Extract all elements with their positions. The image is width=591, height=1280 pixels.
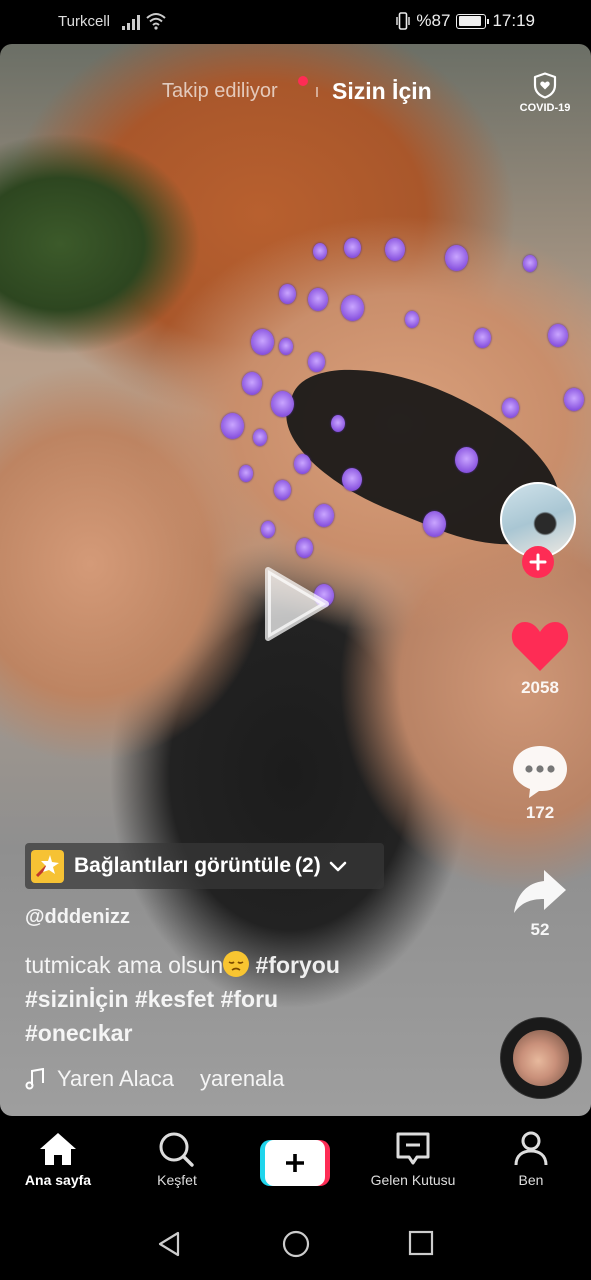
hashtag-onecikar[interactable]: #onecıkar	[25, 1020, 132, 1046]
hashtag-foryou[interactable]: #foryou	[256, 952, 340, 978]
comment-bubble-icon	[513, 746, 567, 798]
view-links-label: Bağlantıları görüntüle	[74, 854, 292, 877]
bottom-tab-bar: Ana sayfa Keşfet Gelen Kutusu Ben	[0, 1116, 591, 1200]
tab-discover-label: Keşfet	[157, 1172, 197, 1188]
effect-dot	[279, 338, 293, 355]
tab-home-label: Ana sayfa	[24, 1172, 92, 1188]
effect-dot	[270, 390, 294, 417]
tab-separator	[316, 87, 318, 97]
effect-dot	[340, 294, 364, 321]
covid-label: COVID-19	[519, 102, 571, 114]
effect-dot	[523, 255, 537, 272]
view-links-chip[interactable]: Bağlantıları görüntüle (2)	[25, 843, 384, 889]
battery-fill	[458, 16, 481, 26]
effect-dot	[307, 351, 325, 372]
effect-dot	[308, 288, 328, 311]
home-circle-icon[interactable]	[282, 1230, 310, 1258]
effect-dot	[253, 429, 267, 446]
tab-for-you[interactable]: Sizin İçin	[332, 78, 432, 105]
effect-dot	[278, 283, 296, 304]
effect-dot	[342, 468, 362, 491]
effect-dot	[385, 238, 405, 261]
share-count: 52	[530, 920, 550, 939]
status-right: %87 17:19	[396, 11, 535, 31]
effect-dot	[239, 465, 253, 482]
effect-dot	[405, 311, 419, 328]
music-ticker[interactable]: Yaren Alaca yarenala	[25, 1066, 284, 1092]
back-triangle-icon[interactable]	[157, 1230, 181, 1258]
share-button[interactable]: 52	[500, 866, 580, 940]
comment-button[interactable]: 172	[500, 743, 580, 823]
music-user: yarenala	[200, 1066, 285, 1091]
shield-heart-icon	[533, 72, 557, 99]
plus-icon	[529, 553, 547, 571]
home-icon	[40, 1133, 76, 1165]
hashtag-line-2[interactable]: #sizinİçin #kesfet #foru	[25, 986, 278, 1012]
tab-discover[interactable]: Keşfet	[122, 1130, 232, 1188]
effect-dot	[331, 415, 345, 432]
clock: 17:19	[492, 11, 535, 30]
profile-icon	[514, 1131, 548, 1166]
plus-icon	[286, 1154, 304, 1172]
follow-button[interactable]	[522, 546, 554, 578]
effect-dot	[313, 243, 327, 260]
music-disc[interactable]	[501, 1018, 581, 1098]
creator-username[interactable]: @dddenizz	[25, 906, 130, 929]
effect-dot	[273, 479, 291, 500]
effect-dot	[501, 397, 519, 418]
effect-dot	[444, 244, 468, 271]
tab-following[interactable]: Takip ediliyor	[162, 80, 278, 103]
music-note-icon	[25, 1068, 44, 1090]
caption-text: tutmicak ama olsun	[25, 952, 224, 978]
tab-inbox[interactable]: Gelen Kutusu	[358, 1130, 468, 1188]
tab-home[interactable]: Ana sayfa	[3, 1130, 113, 1188]
heart-icon	[511, 622, 569, 671]
tab-profile[interactable]: Ben	[476, 1130, 586, 1188]
wifi-icon	[146, 13, 166, 30]
share-arrow-icon	[514, 870, 566, 913]
effect-dot	[293, 453, 311, 474]
chevron-down-icon	[329, 861, 346, 872]
system-navigation-bar	[0, 1200, 591, 1280]
signal-icon	[122, 15, 140, 30]
battery-icon	[456, 13, 490, 29]
music-artist: Yaren Alaca	[57, 1066, 175, 1091]
tab-inbox-label: Gelen Kutusu	[370, 1172, 456, 1188]
sparkle-link-icon	[31, 849, 64, 883]
effect-dot	[473, 327, 491, 348]
tab-profile-label: Ben	[518, 1172, 544, 1188]
inbox-message-icon	[396, 1132, 430, 1165]
like-count: 2058	[521, 678, 559, 697]
effect-dot	[422, 510, 446, 537]
like-button[interactable]: 2058	[500, 618, 580, 698]
effect-dot	[220, 412, 244, 439]
live-indicator-dot	[298, 76, 308, 86]
effect-dot	[261, 521, 275, 538]
status-bar: Turkcell %87 17:19	[0, 0, 591, 44]
effect-dot	[295, 537, 313, 558]
effect-dot	[314, 504, 334, 527]
links-count: (2)	[295, 854, 321, 877]
effect-dot	[548, 324, 568, 347]
recent-apps-square-icon[interactable]	[408, 1230, 434, 1256]
create-post-button[interactable]	[260, 1140, 330, 1186]
feed-tabs: Takip ediliyor Sizin İçin	[0, 76, 591, 110]
pensive-emoji-icon	[223, 951, 250, 977]
music-disc-cover	[513, 1030, 569, 1086]
vibrate-icon	[396, 12, 411, 30]
effect-dot	[242, 372, 262, 395]
battery-percent: %87	[416, 11, 451, 30]
post-caption: tutmicak ama olsun #foryou #sizinİçin #k…	[25, 948, 445, 1050]
covid-info-button[interactable]: COVID-19	[518, 72, 572, 114]
play-icon[interactable]	[262, 564, 332, 644]
effect-dot	[343, 237, 361, 258]
carrier-name: Turkcell	[58, 13, 110, 30]
effect-dot	[564, 388, 584, 411]
search-icon	[159, 1132, 194, 1167]
comment-count: 172	[525, 803, 555, 822]
effect-dot	[454, 446, 478, 473]
effect-dot	[250, 328, 274, 355]
